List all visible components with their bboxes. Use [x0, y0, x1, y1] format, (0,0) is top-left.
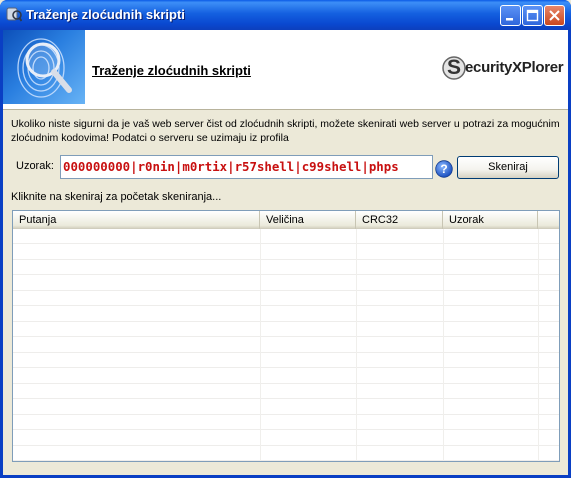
results-table[interactable]: Putanja Veličina CRC32 Uzorak: [12, 210, 560, 462]
client-area: Traženje zloćudnih skripti S ecurityXPlo…: [3, 30, 568, 475]
securityxplorer-logo: S ecurityXPlorer: [441, 52, 564, 92]
close-button[interactable]: [544, 5, 565, 26]
table-row: [13, 431, 559, 446]
table-row: [13, 229, 559, 244]
help-icon[interactable]: ?: [435, 160, 453, 178]
column-header-filler: [538, 211, 559, 229]
column-header-size[interactable]: Veličina: [260, 211, 356, 229]
app-icon[interactable]: [6, 6, 23, 22]
column-header-pattern[interactable]: Uzorak: [443, 211, 538, 229]
column-gridline: [538, 229, 539, 461]
banner-title: Traženje zloćudnih skripti: [92, 63, 251, 78]
column-gridline: [356, 229, 357, 461]
table-row: [13, 338, 559, 353]
table-row: [13, 415, 559, 430]
table-row: [13, 276, 559, 291]
header-banner: Traženje zloćudnih skripti S ecurityXPlo…: [3, 30, 568, 110]
table-row: [13, 400, 559, 415]
maximize-icon: [526, 9, 539, 22]
brand-initial: S: [447, 56, 462, 79]
maximize-button[interactable]: [522, 5, 543, 26]
minimize-icon: [506, 18, 513, 21]
close-icon: [549, 10, 560, 21]
pattern-label: Uzorak:: [16, 160, 54, 172]
column-gridline: [260, 229, 261, 461]
table-header: Putanja Veličina CRC32 Uzorak: [13, 211, 559, 229]
scan-button[interactable]: Skeniraj: [457, 156, 559, 179]
table-row: [13, 369, 559, 384]
svg-text:?: ?: [440, 162, 447, 176]
minimize-button[interactable]: [500, 5, 521, 26]
table-row: [13, 245, 559, 260]
table-row: [13, 446, 559, 461]
brand-name: ecurityXPlorer: [465, 59, 564, 76]
table-row: [13, 353, 559, 368]
table-row: [13, 307, 559, 322]
window-title: Traženje zloćudnih skripti: [26, 7, 185, 22]
column-gridline: [443, 229, 444, 461]
main-window: Traženje zloćudnih skripti Traženje zloć…: [0, 0, 571, 478]
fingerprint-magnifier-icon: [3, 30, 85, 104]
pattern-input[interactable]: 000000000|r0nin|m0rtix|r57shell|c99shell…: [60, 155, 433, 179]
column-header-crc32[interactable]: CRC32: [356, 211, 443, 229]
table-row: [13, 322, 559, 337]
status-text: Kliknite na skeniraj za početak skeniran…: [11, 191, 222, 203]
description-text: Ukoliko niste sigurni da je vaš web serv…: [11, 118, 560, 144]
table-row: [13, 384, 559, 399]
table-row: [13, 291, 559, 306]
title-bar[interactable]: Traženje zloćudnih skripti: [0, 0, 571, 30]
column-header-path[interactable]: Putanja: [13, 211, 260, 229]
table-row: [13, 260, 559, 275]
